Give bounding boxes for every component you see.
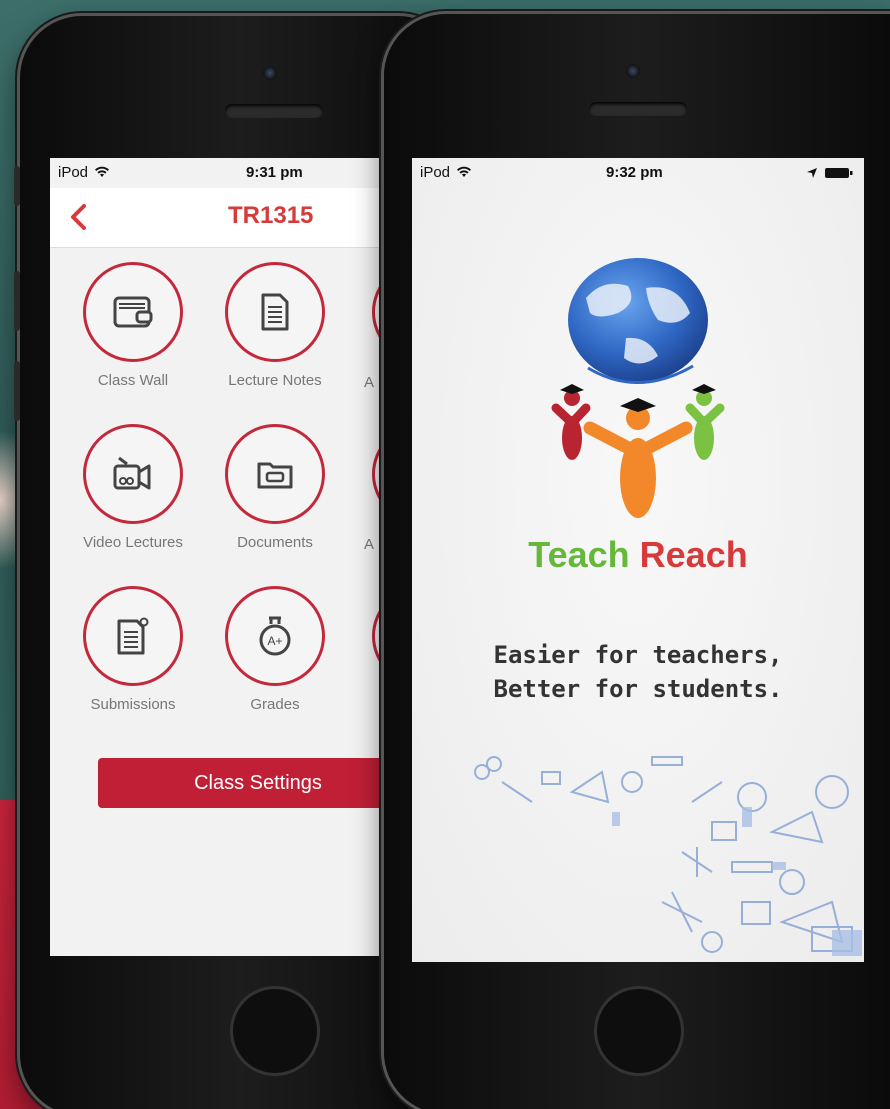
home-button[interactable]: [230, 986, 320, 1076]
home-button[interactable]: [594, 986, 684, 1076]
class-menu-screen: iPod 9:31 pm TR1315 Class Wall Lecture N…: [50, 158, 412, 956]
class-settings-button[interactable]: Class Settings: [98, 758, 412, 808]
earpiece-speaker: [225, 104, 323, 118]
tile-video-lectures[interactable]: Video Lectures: [58, 424, 208, 551]
mute-switch: [14, 166, 20, 206]
front-camera: [626, 64, 640, 78]
location-arrow-icon: [807, 168, 817, 178]
school-supplies-doodle-icon: [474, 756, 862, 956]
class-wall-circle[interactable]: [83, 262, 183, 362]
wifi-icon: [95, 166, 110, 177]
video-lectures-circle[interactable]: [83, 424, 183, 524]
splash-screen: iPod 9:32 pm Teach Reach Easier for teac…: [412, 158, 864, 962]
front-camera: [263, 66, 277, 80]
clock: 9:32 pm: [606, 164, 663, 181]
brand-name-teach: Teach: [528, 534, 630, 575]
brand-name-reach: Reach: [639, 534, 748, 575]
tile-lecture-notes[interactable]: Lecture Notes: [200, 262, 350, 389]
earpiece-speaker: [589, 102, 687, 116]
status-bar: iPod 9:32 pm: [412, 158, 864, 188]
grade-badge-text: A+: [267, 634, 282, 648]
carrier-label: iPod: [420, 164, 472, 181]
class-code-title: TR1315: [228, 202, 314, 229]
folder-icon: [257, 462, 293, 489]
carrier-label: iPod: [58, 164, 110, 181]
teach-reach-logo-icon: [551, 258, 725, 518]
submissions-circle[interactable]: [83, 586, 183, 686]
back-chevron-icon[interactable]: [64, 200, 94, 234]
lecture-notes-label: Lecture Notes: [228, 372, 322, 389]
navigation-bar: TR1315: [50, 188, 412, 248]
video-lectures-label: Video Lectures: [83, 534, 183, 551]
grades-label: Grades: [250, 696, 300, 713]
documents-label: Documents: [237, 534, 313, 551]
documents-circle[interactable]: [225, 424, 325, 524]
tile-grades[interactable]: A+ Grades: [200, 586, 350, 713]
grade-medal-icon: A+: [259, 616, 291, 656]
volume-up-button: [14, 271, 20, 331]
clock: 9:31 pm: [246, 164, 303, 181]
tile-class-wall[interactable]: Class Wall: [58, 262, 208, 389]
tagline-line-1: Easier for teachers,: [493, 641, 783, 669]
notes-page-icon: [261, 293, 289, 331]
volume-down-button: [14, 361, 20, 421]
tagline: Easier for teachers, Better for students…: [412, 638, 864, 706]
video-camera-icon: [113, 456, 151, 490]
submission-page-icon: [117, 617, 149, 655]
class-wall-label: Class Wall: [97, 372, 169, 389]
wifi-icon: [457, 166, 472, 177]
partial-label-2: A: [364, 536, 375, 553]
status-bar: iPod 9:31 pm: [50, 158, 412, 188]
tagline-line-2: Better for students.: [493, 675, 783, 703]
grades-circle[interactable]: A+: [225, 586, 325, 686]
partial-label-1: A: [364, 374, 375, 391]
tile-submissions[interactable]: Submissions: [58, 586, 208, 713]
tile-documents[interactable]: Documents: [200, 424, 350, 551]
brand-name: Teach Reach: [412, 534, 864, 576]
lecture-notes-circle[interactable]: [225, 262, 325, 362]
wallet-icon: [113, 296, 153, 328]
submissions-label: Submissions: [90, 696, 176, 713]
battery-icon: [825, 168, 853, 178]
